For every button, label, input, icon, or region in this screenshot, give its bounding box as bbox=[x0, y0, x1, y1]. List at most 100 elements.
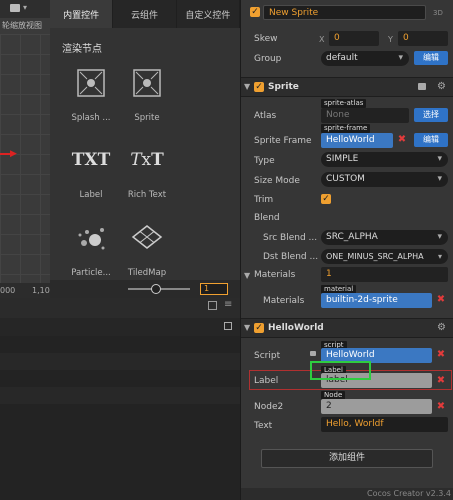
sprite-section-title: Sprite bbox=[268, 82, 299, 92]
sprite-frame-edit-button[interactable]: 编辑 bbox=[414, 133, 448, 147]
ruler-label-left: 000 bbox=[0, 286, 16, 295]
atlas-field[interactable]: None bbox=[321, 108, 409, 123]
dst-blend-select[interactable]: ONE_MINUS_SRC_ALPHA bbox=[321, 249, 448, 264]
library-item-label: Splash ... bbox=[71, 113, 111, 123]
sprite-frame-field[interactable]: HelloWorld bbox=[321, 133, 393, 148]
scene-view[interactable]: ▾ 轮缩放视图 ▶ 000 1,10 bbox=[0, 0, 50, 298]
sprite-frame-tag: sprite-frame bbox=[321, 124, 371, 133]
helloworld-enabled-checkbox[interactable]: ✓ bbox=[254, 323, 264, 333]
node2-field[interactable]: 2 bbox=[321, 399, 432, 414]
ruler-label-right: 1,10 bbox=[32, 286, 50, 295]
menu-icon[interactable]: ≡ bbox=[224, 299, 232, 310]
size-mode-select[interactable]: CUSTOM bbox=[321, 172, 448, 187]
skew-x-input[interactable]: 0 bbox=[329, 31, 379, 46]
helloworld-section-title: HelloWorld bbox=[268, 323, 324, 333]
panel-menu-icon[interactable] bbox=[224, 322, 232, 330]
type-label: Type bbox=[254, 156, 275, 166]
version-text: Cocos Creator v2.3.4 bbox=[367, 489, 451, 498]
scene-grid bbox=[0, 34, 50, 284]
group-edit-button[interactable]: 编辑 bbox=[414, 51, 448, 65]
group-select[interactable]: default bbox=[321, 51, 409, 66]
tab-cloud[interactable]: 云组件 bbox=[113, 0, 177, 28]
add-component-button[interactable]: 添加组件 bbox=[261, 449, 433, 468]
clear-icon[interactable]: ✖ bbox=[436, 402, 446, 412]
node2-label: Node2 bbox=[254, 402, 284, 412]
trim-checkbox[interactable]: ✓ bbox=[321, 194, 331, 204]
library-item-label: Rich Text bbox=[127, 190, 167, 200]
sprite-section-header[interactable]: ▼ ✓ Sprite ⚙ bbox=[241, 77, 453, 97]
helloworld-section-header[interactable]: ▼ ✓ HelloWorld ⚙ bbox=[241, 318, 453, 338]
script-label: Script bbox=[254, 351, 281, 361]
library-item-tiledmap[interactable]: TiledMap bbox=[117, 222, 177, 278]
skew-label: Skew bbox=[254, 34, 278, 44]
lower-panel-body bbox=[0, 336, 240, 500]
clear-icon[interactable]: ✖ bbox=[436, 376, 446, 386]
clear-icon[interactable]: ✖ bbox=[436, 350, 446, 360]
scene-toolbar: ▾ bbox=[0, 0, 50, 18]
gear-icon[interactable]: ⚙ bbox=[437, 81, 446, 92]
library-item-label: Sprite bbox=[134, 113, 160, 123]
skew-x-label: X bbox=[319, 35, 325, 44]
scene-ruler: 000 1,10 bbox=[0, 283, 50, 298]
library-item-particle[interactable]: Particle... bbox=[61, 222, 121, 278]
clear-icon[interactable]: ✖ bbox=[436, 295, 446, 305]
library-item-sprite[interactable]: Sprite bbox=[117, 67, 177, 123]
book-icon[interactable] bbox=[418, 83, 426, 90]
type-select[interactable]: SIMPLE bbox=[321, 152, 448, 167]
sprite-icon bbox=[131, 67, 163, 99]
status-bar: Cocos Creator v2.3.4 bbox=[241, 488, 453, 500]
library-item-label: Label bbox=[79, 190, 103, 200]
tiledmap-icon bbox=[131, 222, 163, 254]
dst-blend-label: Dst Blend ... bbox=[263, 252, 319, 262]
library-item-label: Particle... bbox=[71, 268, 111, 278]
lower-panel-header bbox=[0, 318, 240, 337]
axis-arrow-icon: ▶ bbox=[10, 149, 17, 159]
src-blend-select[interactable]: SRC_ALPHA bbox=[321, 230, 448, 245]
library-item-label[interactable]: TXT Label bbox=[61, 144, 121, 200]
text-label: Text bbox=[254, 421, 273, 431]
widget-library-panel: 内置控件 云组件 自定义控件 渲染节点 Splash ... Sprite TX… bbox=[50, 0, 287, 298]
node-active-checkbox[interactable]: ✓ bbox=[250, 7, 260, 17]
scene-hint: 轮缩放视图 bbox=[2, 21, 42, 30]
tab-custom[interactable]: 自定义控件 bbox=[177, 0, 240, 28]
camera-icon[interactable] bbox=[10, 4, 20, 12]
skew-y-input[interactable]: 0 bbox=[398, 31, 448, 46]
library-footer: 1 bbox=[50, 280, 240, 298]
collapse-arrow-icon[interactable]: ▼ bbox=[244, 82, 250, 91]
library-section-title: 渲染节点 bbox=[62, 44, 102, 55]
chevron-down-icon[interactable]: ▾ bbox=[23, 3, 27, 12]
text-input[interactable]: Hello, Worldf bbox=[321, 417, 448, 432]
copy-icon[interactable] bbox=[208, 301, 217, 310]
library-item-richtext[interactable]: TxT Rich Text bbox=[117, 144, 177, 200]
trim-label: Trim bbox=[254, 195, 274, 205]
label-property-label: Label bbox=[254, 376, 279, 386]
material-item-label: Materials bbox=[263, 296, 305, 306]
size-mode-label: Size Mode bbox=[254, 176, 300, 186]
materials-expand-icon[interactable]: ▼ bbox=[244, 271, 250, 280]
blend-label: Blend bbox=[254, 213, 280, 223]
library-item-splash[interactable]: Splash ... bbox=[61, 67, 121, 123]
zoom-input[interactable]: 1 bbox=[200, 283, 228, 295]
gear-icon[interactable]: ⚙ bbox=[437, 322, 446, 333]
node-name-input[interactable]: New Sprite bbox=[263, 5, 426, 20]
zoom-slider-handle[interactable] bbox=[151, 284, 161, 294]
clear-icon[interactable]: ✖ bbox=[397, 135, 407, 145]
src-blend-label: Src Blend ... bbox=[263, 233, 318, 243]
splash-icon bbox=[75, 67, 107, 99]
richtext-icon: TxT bbox=[130, 150, 164, 170]
materials-count-input[interactable]: 1 bbox=[321, 267, 448, 282]
list-row bbox=[0, 353, 240, 370]
particle-icon bbox=[75, 222, 107, 254]
tab-builtin[interactable]: 内置控件 bbox=[50, 0, 114, 28]
collapse-arrow-icon[interactable]: ▼ bbox=[244, 323, 250, 332]
inspector-panel: ✓ New Sprite 3D Skew X 0 Y 0 Group defau… bbox=[240, 0, 453, 500]
badge-3d[interactable]: 3D bbox=[433, 9, 443, 17]
material-field[interactable]: builtin-2d-sprite bbox=[321, 293, 432, 308]
sprite-enabled-checkbox[interactable]: ✓ bbox=[254, 82, 264, 92]
lower-toolbar: ≡ bbox=[0, 298, 240, 316]
skew-y-label: Y bbox=[388, 35, 393, 44]
group-label: Group bbox=[254, 54, 282, 64]
atlas-label: Atlas bbox=[254, 111, 277, 121]
atlas-select-button[interactable]: 选择 bbox=[414, 108, 448, 122]
sprite-frame-label: Sprite Frame bbox=[254, 136, 312, 146]
